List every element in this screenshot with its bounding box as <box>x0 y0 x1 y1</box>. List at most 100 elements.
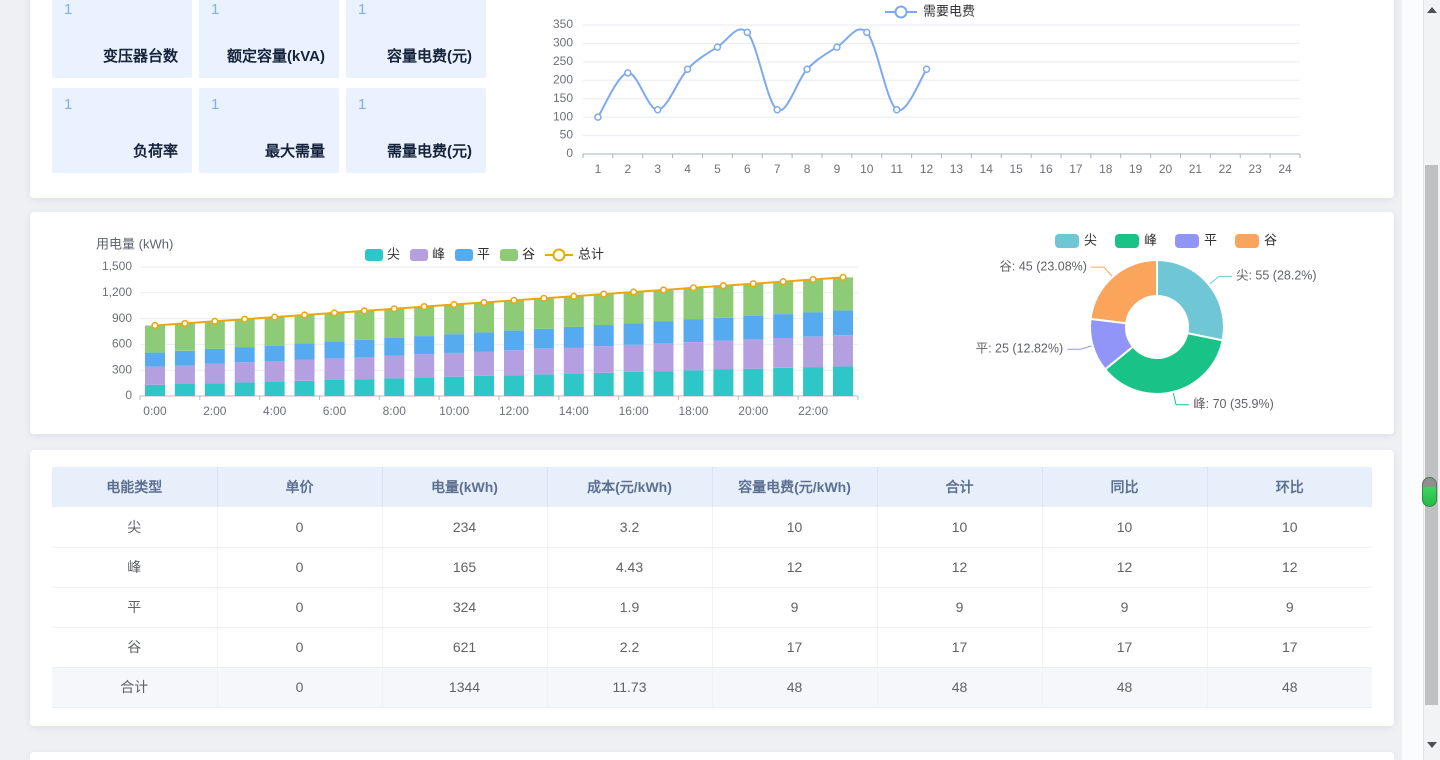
table-cell: 10 <box>877 507 1042 547</box>
table-cell: 9 <box>877 587 1042 627</box>
svg-text:22: 22 <box>1219 162 1233 176</box>
usage-stacked-bar-chart[interactable]: 用电量 (kWh)03006009001,2001,5000:002:004:0… <box>80 225 890 425</box>
svg-text:14:00: 14:00 <box>559 404 589 418</box>
table-header-cell: 电量(kWh) <box>382 467 547 507</box>
table-header-cell: 成本(元/kWh) <box>547 467 712 507</box>
table-cell: 17 <box>877 627 1042 667</box>
svg-text:峰: 峰 <box>1144 232 1157 247</box>
svg-text:14: 14 <box>980 162 994 176</box>
svg-text:峰: 70 (35.9%): 峰: 70 (35.9%) <box>1193 397 1274 411</box>
table-cell: 合计 <box>52 667 217 707</box>
table-header-cell: 环比 <box>1207 467 1372 507</box>
stat-card-load-rate: 1 负荷率 <box>52 88 192 173</box>
stat-label: 最大需量 <box>265 140 325 161</box>
table-row: 谷06212.217171717 <box>52 627 1372 667</box>
svg-text:0: 0 <box>566 146 573 160</box>
stat-card-capacity-fee: 1 容量电费(元) <box>346 0 486 78</box>
svg-text:50: 50 <box>560 128 574 142</box>
table-cell: 12 <box>712 547 877 587</box>
overview-card: 1 变压器台数 1 额定容量(kVA) 1 容量电费(元) 1 负荷率 1 最大… <box>30 0 1394 198</box>
svg-text:0: 0 <box>125 388 132 402</box>
svg-text:2:00: 2:00 <box>203 404 227 418</box>
svg-text:1,500: 1,500 <box>102 259 132 273</box>
line-legend[interactable]: 需要电费 <box>885 3 975 18</box>
table-cell: 48 <box>712 667 877 707</box>
table-cell: 621 <box>382 627 547 667</box>
stat-value: 1 <box>358 1 366 18</box>
table-header-cell: 电能类型 <box>52 467 217 507</box>
table-header-cell: 单价 <box>217 467 382 507</box>
svg-text:11: 11 <box>890 162 903 176</box>
svg-text:4: 4 <box>684 162 691 176</box>
svg-text:总计: 总计 <box>578 246 604 261</box>
svg-text:5: 5 <box>714 162 721 176</box>
table-header-cell: 合计 <box>877 467 1042 507</box>
table-cell: 17 <box>712 627 877 667</box>
table-cell: 4.43 <box>547 547 712 587</box>
bar-legend[interactable]: 尖峰平谷总计 <box>365 246 604 261</box>
table-cell: 3.2 <box>547 507 712 547</box>
svg-text:平: 25 (12.82%): 平: 25 (12.82%) <box>976 342 1064 356</box>
svg-text:16:00: 16:00 <box>619 404 649 418</box>
energy-cost-table: 电能类型单价电量(kWh)成本(元/kWh)容量电费(元/kWh)合计同比环比尖… <box>52 467 1372 708</box>
scrollbar-down-arrow-icon[interactable] <box>1427 742 1437 748</box>
stat-value: 1 <box>64 96 72 113</box>
svg-text:300: 300 <box>112 362 132 376</box>
window-edge-strip <box>1402 0 1423 760</box>
svg-text:16: 16 <box>1039 162 1053 176</box>
svg-text:6: 6 <box>744 162 751 176</box>
svg-text:19: 19 <box>1129 162 1143 176</box>
svg-text:谷: 45 (23.08%): 谷: 45 (23.08%) <box>999 259 1087 273</box>
table-cell: 谷 <box>52 627 217 667</box>
table-cell: 324 <box>382 587 547 627</box>
stat-card-rated-capacity: 1 额定容量(kVA) <box>199 0 339 78</box>
table-cell: 9 <box>712 587 877 627</box>
stat-label: 额定容量(kVA) <box>227 45 325 66</box>
svg-text:18: 18 <box>1099 162 1113 176</box>
stat-card-max-demand: 1 最大需量 <box>199 88 339 173</box>
table-header-cell: 容量电费(元/kWh) <box>712 467 877 507</box>
svg-text:23: 23 <box>1249 162 1263 176</box>
table-row: 平03241.99999 <box>52 587 1372 627</box>
table-cell: 10 <box>1042 507 1207 547</box>
stat-label: 需量电费(元) <box>387 140 472 161</box>
svg-text:1: 1 <box>595 162 602 176</box>
svg-text:7: 7 <box>774 162 781 176</box>
next-card-top-edge <box>30 752 1394 760</box>
usage-ratio-donut-chart[interactable]: 尖: 55 (28.2%)峰: 70 (35.9%)平: 25 (12.82%)… <box>950 228 1380 428</box>
table-wrap: 电能类型单价电量(kWh)成本(元/kWh)容量电费(元/kWh)合计同比环比尖… <box>52 467 1372 708</box>
donut-legend[interactable]: 尖峰平谷 <box>1055 232 1277 248</box>
svg-text:需要电费: 需要电费 <box>923 3 975 18</box>
stat-value: 1 <box>64 1 72 18</box>
svg-text:15: 15 <box>1010 162 1024 176</box>
scrollbar-thumb[interactable] <box>1425 165 1438 705</box>
svg-text:22:00: 22:00 <box>798 404 828 418</box>
svg-text:4:00: 4:00 <box>263 404 287 418</box>
table-card: 电能类型单价电量(kWh)成本(元/kWh)容量电费(元/kWh)合计同比环比尖… <box>30 450 1394 726</box>
table-total-row: 合计0134411.7348484848 <box>52 667 1372 707</box>
svg-text:2: 2 <box>624 162 631 176</box>
svg-text:250: 250 <box>553 54 573 68</box>
table-cell: 48 <box>1207 667 1372 707</box>
scrollbar-up-arrow-icon[interactable] <box>1427 7 1437 13</box>
svg-text:21: 21 <box>1189 162 1203 176</box>
stat-label: 变压器台数 <box>103 45 178 66</box>
usage-card: 用电量 (kWh)03006009001,2001,5000:002:004:0… <box>30 212 1394 434</box>
svg-text:13: 13 <box>950 162 964 176</box>
svg-text:0:00: 0:00 <box>143 404 167 418</box>
table-cell: 12 <box>1042 547 1207 587</box>
svg-text:谷: 谷 <box>1264 232 1277 247</box>
svg-text:200: 200 <box>553 72 573 86</box>
table-cell: 0 <box>217 627 382 667</box>
svg-text:100: 100 <box>553 109 573 123</box>
svg-text:10: 10 <box>860 162 874 176</box>
svg-text:17: 17 <box>1069 162 1083 176</box>
scrollbar-green-marker[interactable] <box>1422 477 1437 507</box>
table-cell: 9 <box>1207 587 1372 627</box>
demand-fee-line-chart[interactable]: 0501001502002503003501234567891011121314… <box>525 0 1325 190</box>
svg-text:600: 600 <box>112 337 132 351</box>
table-cell: 10 <box>712 507 877 547</box>
svg-text:12:00: 12:00 <box>499 404 529 418</box>
svg-text:150: 150 <box>553 91 573 105</box>
svg-text:20:00: 20:00 <box>738 404 768 418</box>
